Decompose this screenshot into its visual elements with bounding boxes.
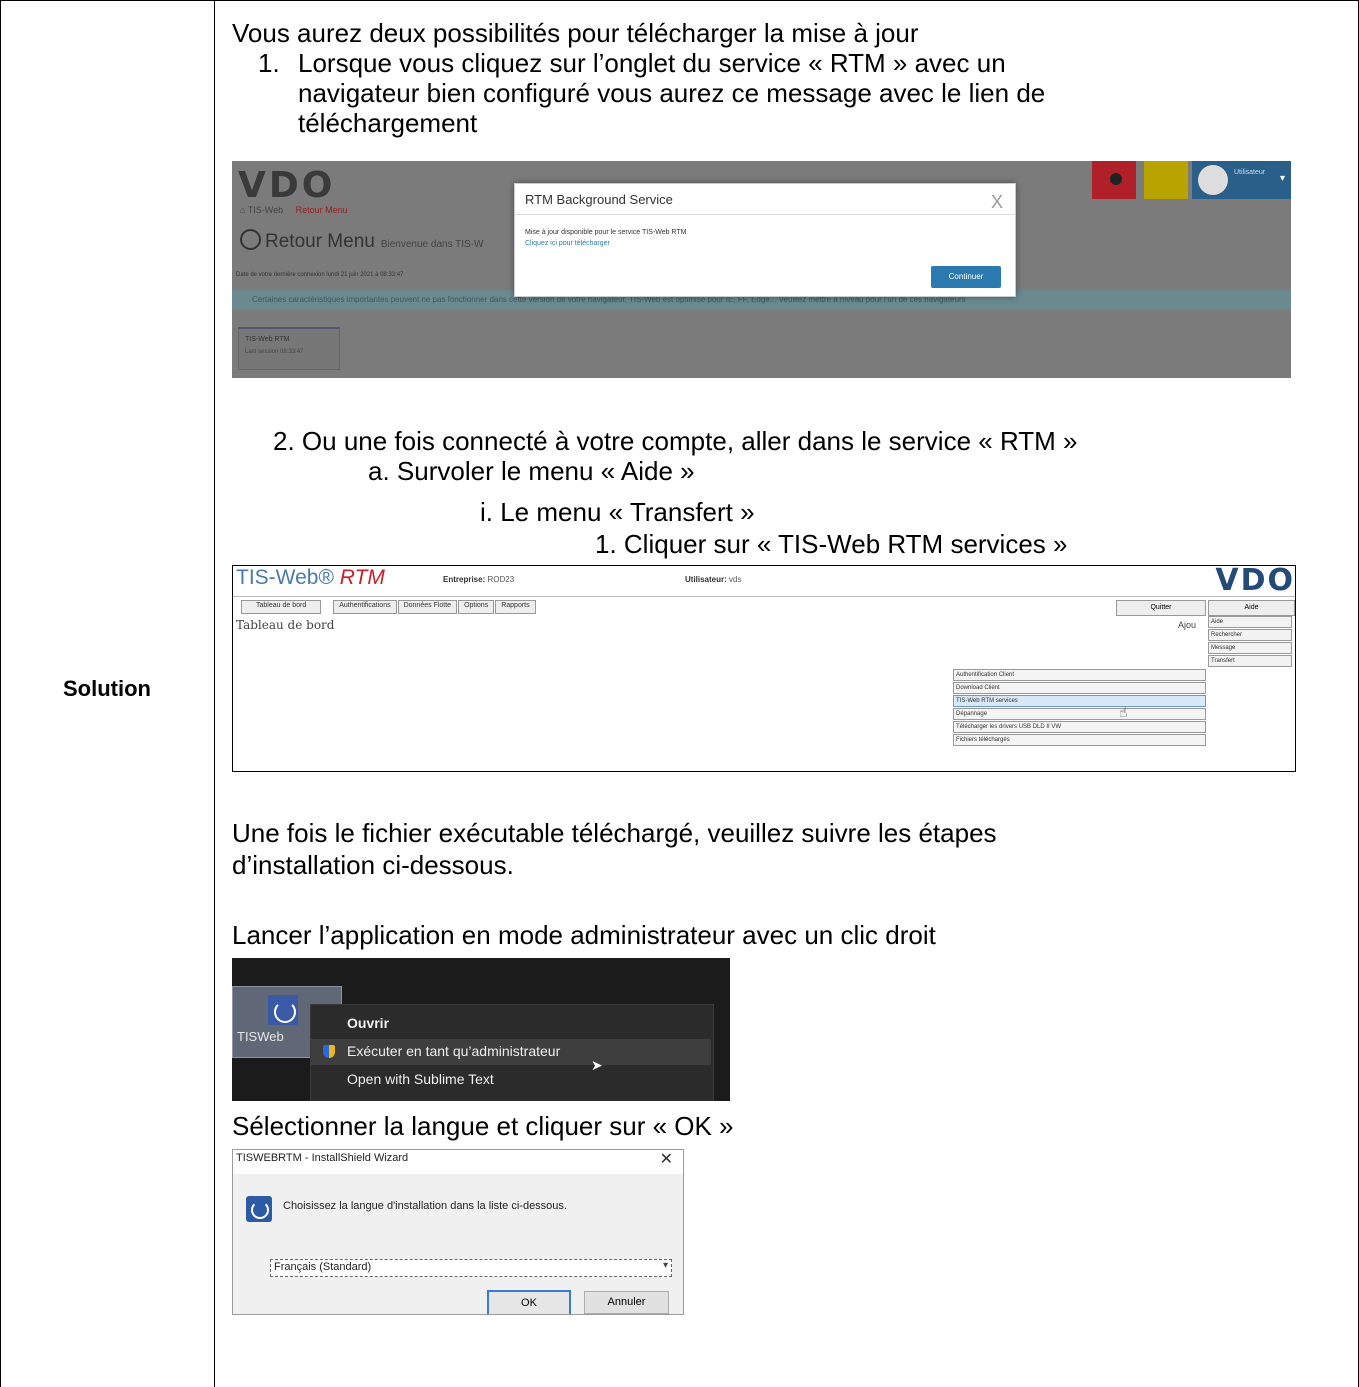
main-tabs: Tableau de bord Authentifications Donnée… (241, 600, 537, 614)
modal-title: RTM Background Service (525, 192, 673, 207)
modal-message: Mise à jour disponible pour le service T… (525, 229, 687, 236)
menu-icon (240, 229, 261, 250)
vdo-logo: VDO (1215, 565, 1295, 598)
select-language-text: Sélectionner la langue et cliquer sur « … (232, 1111, 734, 1141)
company-label: Entreprise: (443, 575, 486, 584)
company-value: ROD23 (487, 575, 515, 584)
ok-button[interactable]: OK (487, 1290, 571, 1314)
installshield-screenshot: TISWEBRTM - InstallShield Wizard ✕ Chois… (232, 1149, 684, 1315)
context-menu-screenshot: TISWeb Ouvrir Exécuter en tant qu’admini… (232, 958, 730, 1101)
after-download-line2: d’installation ci-dessous. (232, 850, 514, 880)
company-info: Entreprise: ROD23 (443, 575, 514, 584)
rtm-tab-sub: Last session 08:33:47 (245, 349, 304, 355)
app-name: TISWeb (237, 1029, 284, 1044)
after-download-line1: Une fois le fichier exécutable télécharg… (232, 818, 997, 848)
menu-item-download-client[interactable]: Download Client (953, 682, 1206, 694)
item2-line: 2. Ou une fois connecté à votre compte, … (273, 426, 1078, 456)
breadcrumb: ⌂ TIS-Web Retour Menu (240, 205, 348, 215)
menu-header: Retour Menu Bienvenue dans TIS-W (240, 229, 484, 253)
intro-text: Vous aurez deux possibilités pour téléch… (232, 18, 919, 48)
table-column-divider (214, 0, 215, 1387)
menu-title: Retour Menu (265, 231, 375, 252)
menu-item-aide[interactable]: Aide (1208, 616, 1292, 628)
hand-cursor-icon: ☝ (1119, 704, 1128, 720)
solution-label: Solution (63, 676, 151, 701)
tab-dashboard[interactable]: Tableau de bord (241, 600, 322, 614)
item2-sub-1: 1. Cliquer sur « TIS-Web RTM services » (595, 529, 1068, 559)
help-menu-button[interactable]: Aide (1208, 600, 1295, 616)
user-info: Utilisateur: vds (685, 575, 741, 584)
breadcrumb-home[interactable]: TIS-Web (248, 205, 283, 215)
avatar-icon (1198, 165, 1228, 195)
uac-shield-icon (323, 1045, 335, 1058)
dialog-title: TISWEBRTM - InstallShield Wizard (236, 1152, 409, 1164)
menu-item-open[interactable]: Ouvrir (347, 1015, 389, 1031)
home-icon: ⌂ (240, 205, 246, 215)
menu-subtitle: Bienvenue dans TIS-W (380, 239, 484, 250)
tab-reports[interactable]: Rapports (495, 600, 536, 614)
tab-fleet-data[interactable]: Données Flotte (397, 600, 458, 614)
menu-item-run-as-admin[interactable]: Exécuter en tant qu’administrateur (347, 1043, 560, 1059)
tisweb-title: TIS-Web® RTM (236, 566, 385, 590)
add-text: Ajou (1178, 620, 1197, 630)
title-rtm: RTM (339, 566, 385, 589)
user-menu-button[interactable]: Utilisateur ▾ (1192, 161, 1291, 199)
menu-item-rtm-services[interactable]: TIS-Web RTM services (953, 695, 1206, 707)
tab-authentications[interactable]: Authentifications (333, 600, 397, 614)
notifications-button[interactable] (1144, 161, 1188, 199)
pointer-cursor-icon: ➤ (591, 1057, 603, 1073)
continue-button[interactable]: Continuer (931, 266, 1001, 288)
item1-line3: téléchargement (298, 108, 478, 138)
menu-item-open-sublime[interactable]: Open with Sublime Text (347, 1071, 494, 1087)
dashboard-heading: Tableau de bord (236, 618, 335, 632)
last-login-text: Date de votre dernière connexion lundi 2… (236, 272, 404, 278)
user-label: Utilisateur: (685, 575, 727, 584)
caret-down-icon: ▾ (1279, 173, 1285, 184)
breadcrumb-active[interactable]: Retour Menu (296, 205, 348, 215)
menu-item-troubleshooting[interactable]: Dépannage (953, 708, 1206, 720)
user-value: vds (729, 575, 742, 584)
rtm-tab-label: TIS-Web RTM (245, 336, 290, 343)
rtm-service-tab[interactable]: TIS-Web RTM Last session 08:33:47 (238, 327, 340, 370)
cancel-button[interactable]: Annuler (584, 1291, 669, 1314)
rtm-update-modal: RTM Background Service X Mise à jour dis… (514, 183, 1016, 297)
item1-line2: navigateur bien configuré vous aurez ce … (298, 78, 1046, 108)
help-submenu: Aide Rechercher Message Transfert (1208, 616, 1292, 668)
language-select[interactable]: Français (Standard) ▾ (270, 1259, 672, 1277)
download-link[interactable]: Cliquez ici pour télécharger (525, 240, 610, 247)
menu-item-usb-drivers[interactable]: Télécharger les drivers USB DLD II VW (953, 721, 1206, 733)
user-name: Utilisateur (1234, 169, 1266, 176)
chevron-down-icon: ▾ (662, 1260, 668, 1271)
close-icon[interactable]: ✕ (660, 1150, 673, 1169)
item1-number: 1. (258, 48, 280, 78)
header-divider (233, 596, 1295, 597)
launch-admin-text: Lancer l’application en mode administrat… (232, 920, 936, 950)
tisweb-rtm-screenshot: TIS-Web® RTM Entreprise: ROD23 Utilisate… (232, 565, 1296, 772)
menu-item-auth-client[interactable]: Authentification Client (953, 669, 1206, 681)
title-prefix: TIS-Web® (236, 566, 340, 589)
menu-item-downloaded-files[interactable]: Fichiers téléchargés (953, 734, 1206, 746)
selected-language: Français (Standard) (274, 1261, 372, 1273)
menu-item-message[interactable]: Message (1208, 642, 1292, 654)
item2-sub-a: a. Survoler le menu « Aide » (368, 456, 695, 486)
context-menu: Ouvrir Exécuter en tant qu’administrateu… (310, 1004, 714, 1101)
message-icon (1110, 173, 1122, 185)
label-cell: Solution (0, 0, 214, 1387)
messages-button[interactable] (1092, 161, 1136, 199)
modal-divider (515, 214, 1015, 215)
vdo-update-screenshot: VDO ⌂ TIS-Web Retour Menu Retour Menu Bie… (232, 161, 1291, 378)
dialog-body: Choisissez la langue d'installation dans… (233, 1174, 683, 1314)
tab-options[interactable]: Options (458, 600, 495, 614)
dialog-message: Choisissez la langue d'installation dans… (283, 1200, 567, 1212)
item2-sub-i: i. Le menu « Transfert » (480, 497, 755, 527)
tisweb-app-icon (268, 995, 298, 1025)
quit-button[interactable]: Quitter (1116, 600, 1206, 616)
transfer-dropdown: Authentification Client Download Client … (953, 669, 1206, 747)
menu-item-search[interactable]: Rechercher (1208, 629, 1292, 641)
menu-item-transfer[interactable]: Transfert (1208, 655, 1292, 667)
modal-close-button[interactable]: X (991, 192, 1003, 213)
item1-line1: Lorsque vous cliquez sur l’onglet du ser… (298, 48, 1006, 78)
vdo-logo: VDO (238, 165, 336, 206)
installer-icon (246, 1196, 272, 1222)
